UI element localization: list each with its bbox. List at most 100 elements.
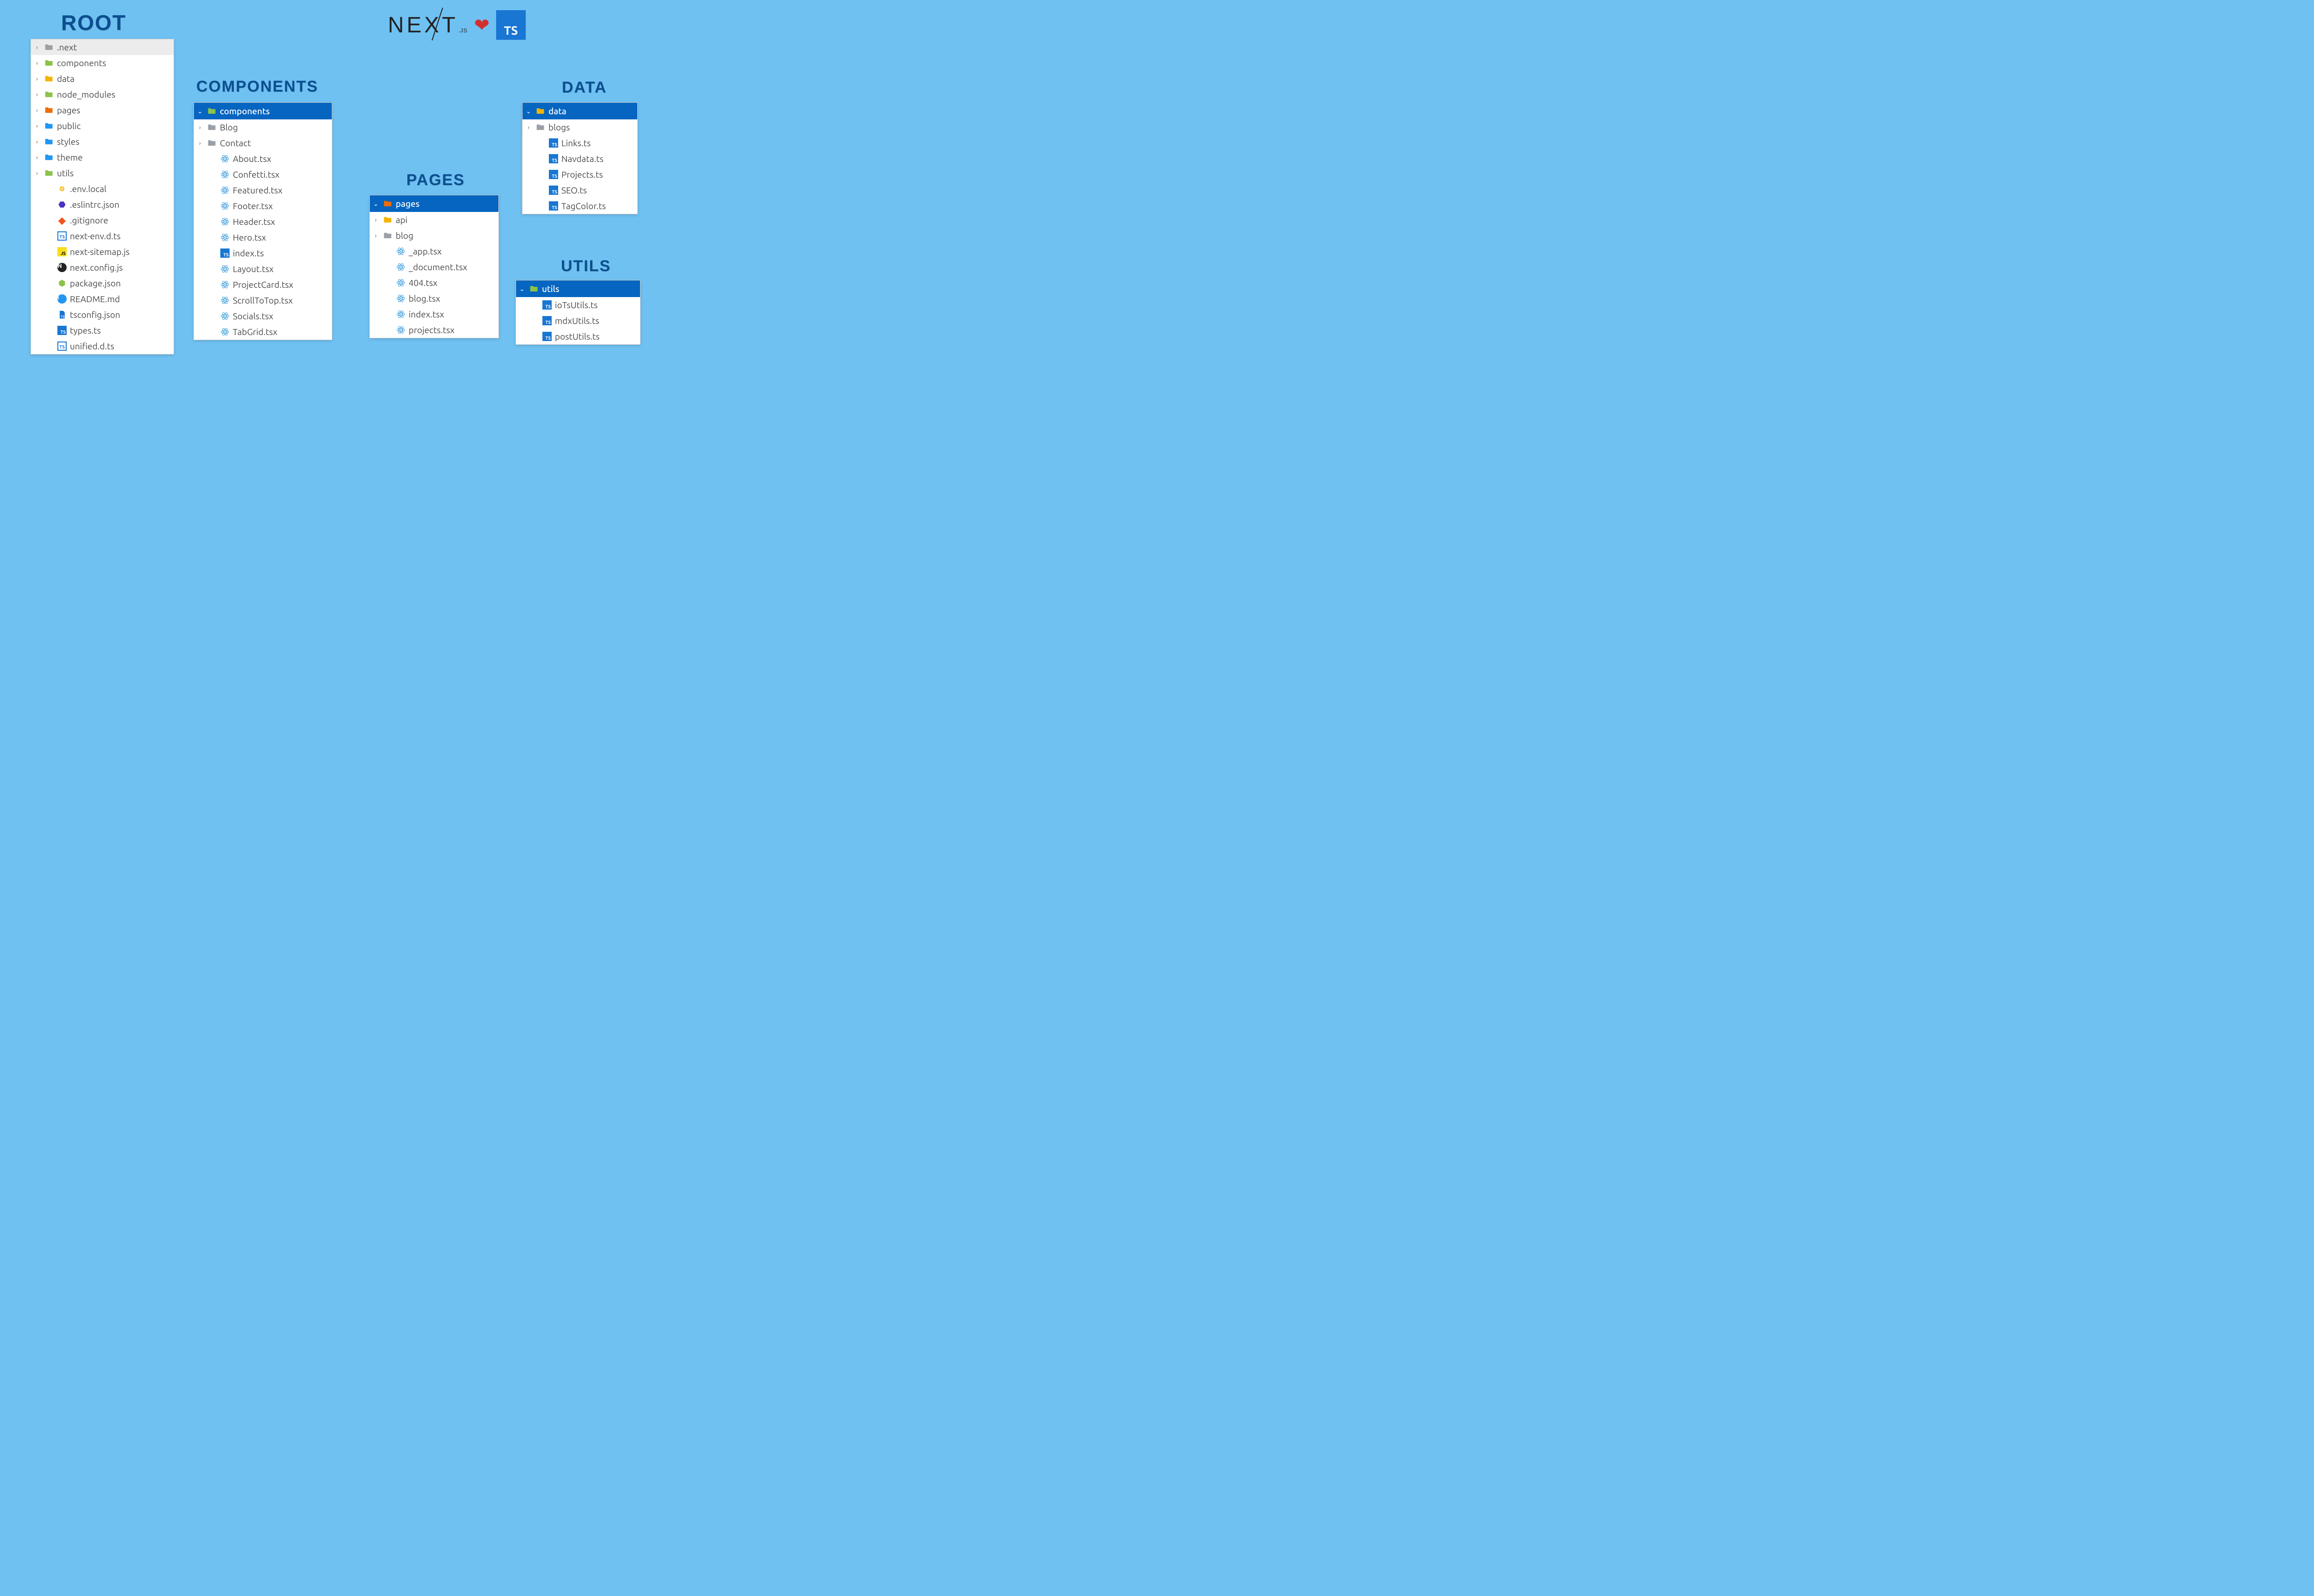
tree-item[interactable]: TSioTsUtils.ts (516, 297, 640, 313)
tree-item[interactable]: ›data (31, 71, 174, 87)
tree-item[interactable]: TSProjects.ts (523, 167, 637, 182)
tree-item[interactable]: Nnext.config.js (31, 260, 174, 275)
chevron-right-icon[interactable]: › (33, 91, 41, 98)
tree-item[interactable]: ◆.gitignore (31, 212, 174, 228)
tree-item[interactable]: TSmdxUtils.ts (516, 313, 640, 329)
chevron-down-icon[interactable]: ⌄ (524, 107, 533, 115)
chevron-right-icon[interactable]: › (524, 124, 533, 131)
tree-item[interactable]: projects.tsx (370, 322, 498, 338)
tree-item[interactable]: ›pages (31, 102, 174, 118)
tree-item[interactable]: ›components (31, 55, 174, 71)
tree-item[interactable]: About.tsx (194, 151, 332, 167)
tree-item[interactable]: _app.tsx (370, 243, 498, 259)
tree-item-label: node_modules (57, 89, 171, 99)
tree-item[interactable]: TSunified.d.ts (31, 338, 174, 354)
tree-item-label: Confetti.tsx (233, 169, 329, 180)
pages-section: PAGES ⌄pages›api›blog_app.tsx_document.t… (369, 171, 499, 338)
typescript-icon: TS (548, 138, 559, 148)
tree-header[interactable]: ⌄utils (516, 280, 640, 297)
tree-item-label: Socials.tsx (233, 311, 329, 321)
tree-item[interactable]: ⬣.eslintrc.json (31, 197, 174, 212)
chevron-down-icon[interactable]: ⌄ (518, 285, 526, 293)
nextjs-text: NEXT (388, 13, 458, 37)
tree-item[interactable]: TSSEO.ts (523, 182, 637, 198)
tree-item-label: 404.tsx (409, 278, 496, 288)
tree-item[interactable]: Socials.tsx (194, 308, 332, 324)
root-title: ROOT (61, 10, 174, 35)
tree-item[interactable]: TSnext-env.d.ts (31, 228, 174, 244)
tree-item[interactable]: ⬢package.json (31, 275, 174, 291)
tree-header[interactable]: ⌄data (523, 103, 637, 119)
tree-item[interactable]: ›theme (31, 149, 174, 165)
tree-item[interactable]: ›.next (31, 39, 174, 55)
data-panel: ⌄data›blogsTSLinks.tsTSNavdata.tsTSProje… (522, 102, 638, 214)
tree-item[interactable]: ProjectCard.tsx (194, 277, 332, 292)
chevron-right-icon[interactable]: › (33, 106, 41, 114)
tree-item[interactable]: TSindex.ts (194, 245, 332, 261)
react-icon (396, 246, 406, 256)
chevron-right-icon[interactable]: › (33, 138, 41, 145)
tree-item[interactable]: ›blogs (523, 119, 637, 135)
eslint-icon: ⬣ (57, 199, 67, 210)
components-section: COMPONENTS ⌄components›Blog›ContactAbout… (193, 78, 332, 340)
tree-item[interactable]: ›Contact (194, 135, 332, 151)
tree-item[interactable]: iREADME.md (31, 291, 174, 307)
tree-item[interactable]: TSTagColor.ts (523, 198, 637, 214)
tree-header[interactable]: ⌄pages (370, 195, 498, 212)
tree-item[interactable]: TSNavdata.ts (523, 151, 637, 167)
tree-item[interactable]: ›utils (31, 165, 174, 181)
tree-item-label: ProjectCard.tsx (233, 279, 329, 290)
chevron-right-icon[interactable]: › (33, 43, 41, 51)
folder-open-icon (383, 199, 393, 209)
tree-item[interactable]: _document.tsx (370, 259, 498, 275)
typescript-icon: TS (548, 185, 559, 195)
tree-item[interactable]: TStypes.ts (31, 323, 174, 338)
chevron-right-icon[interactable]: › (33, 122, 41, 130)
tree-item-label: Footer.tsx (233, 201, 329, 211)
tree-item[interactable]: Footer.tsx (194, 198, 332, 214)
tree-item[interactable]: ScrollToTop.tsx (194, 292, 332, 308)
tree-item[interactable]: Confetti.tsx (194, 167, 332, 182)
typescript-icon: TS (542, 331, 552, 342)
folder-open-icon (207, 106, 217, 116)
react-icon (220, 295, 230, 305)
tree-item[interactable]: › node_modules (31, 87, 174, 102)
folder-icon (207, 122, 217, 132)
tree-item[interactable]: ›styles (31, 134, 174, 149)
tree-item[interactable]: 404.tsx (370, 275, 498, 291)
chevron-right-icon[interactable]: › (372, 216, 380, 224)
svg-text:TS: TS (61, 316, 65, 319)
chevron-right-icon[interactable]: › (372, 232, 380, 239)
nodejs-icon: ⬢ (57, 278, 67, 288)
tree-item[interactable]: TabGrid.tsx (194, 324, 332, 340)
tree-item[interactable]: Layout.tsx (194, 261, 332, 277)
chevron-down-icon[interactable]: ⌄ (372, 200, 380, 208)
chevron-right-icon[interactable]: › (196, 124, 204, 131)
tree-item[interactable]: TSpostUtils.ts (516, 329, 640, 344)
chevron-right-icon[interactable]: › (33, 59, 41, 67)
tree-item[interactable]: TStsconfig.json (31, 307, 174, 323)
tree-item[interactable]: Featured.tsx (194, 182, 332, 198)
tree-item-label: mdxUtils.ts (555, 316, 637, 326)
tree-item[interactable]: ›Blog (194, 119, 332, 135)
tree-item[interactable]: TSLinks.ts (523, 135, 637, 151)
tree-item[interactable]: ⚙.env.local (31, 181, 174, 197)
tree-item[interactable]: JSnext-sitemap.js (31, 244, 174, 260)
tree-item[interactable]: ›api (370, 212, 498, 228)
tree-header[interactable]: ⌄components (194, 103, 332, 119)
typescript-icon: TS (548, 154, 559, 164)
chevron-right-icon[interactable]: › (33, 154, 41, 161)
tree-item[interactable]: ›public (31, 118, 174, 134)
tree-item-label: ioTsUtils.ts (555, 300, 637, 310)
tree-item[interactable]: index.tsx (370, 306, 498, 322)
chevron-right-icon[interactable]: › (33, 75, 41, 82)
tree-item[interactable]: ›blog (370, 228, 498, 243)
tree-item[interactable]: Header.tsx (194, 214, 332, 230)
chevron-right-icon[interactable]: › (33, 169, 41, 177)
react-icon (220, 217, 230, 227)
chevron-right-icon[interactable]: › (196, 139, 204, 147)
tree-item[interactable]: blog.tsx (370, 291, 498, 306)
chevron-down-icon[interactable]: ⌄ (196, 107, 204, 115)
tree-item-label: Projects.ts (561, 169, 634, 180)
tree-item[interactable]: Hero.tsx (194, 230, 332, 245)
